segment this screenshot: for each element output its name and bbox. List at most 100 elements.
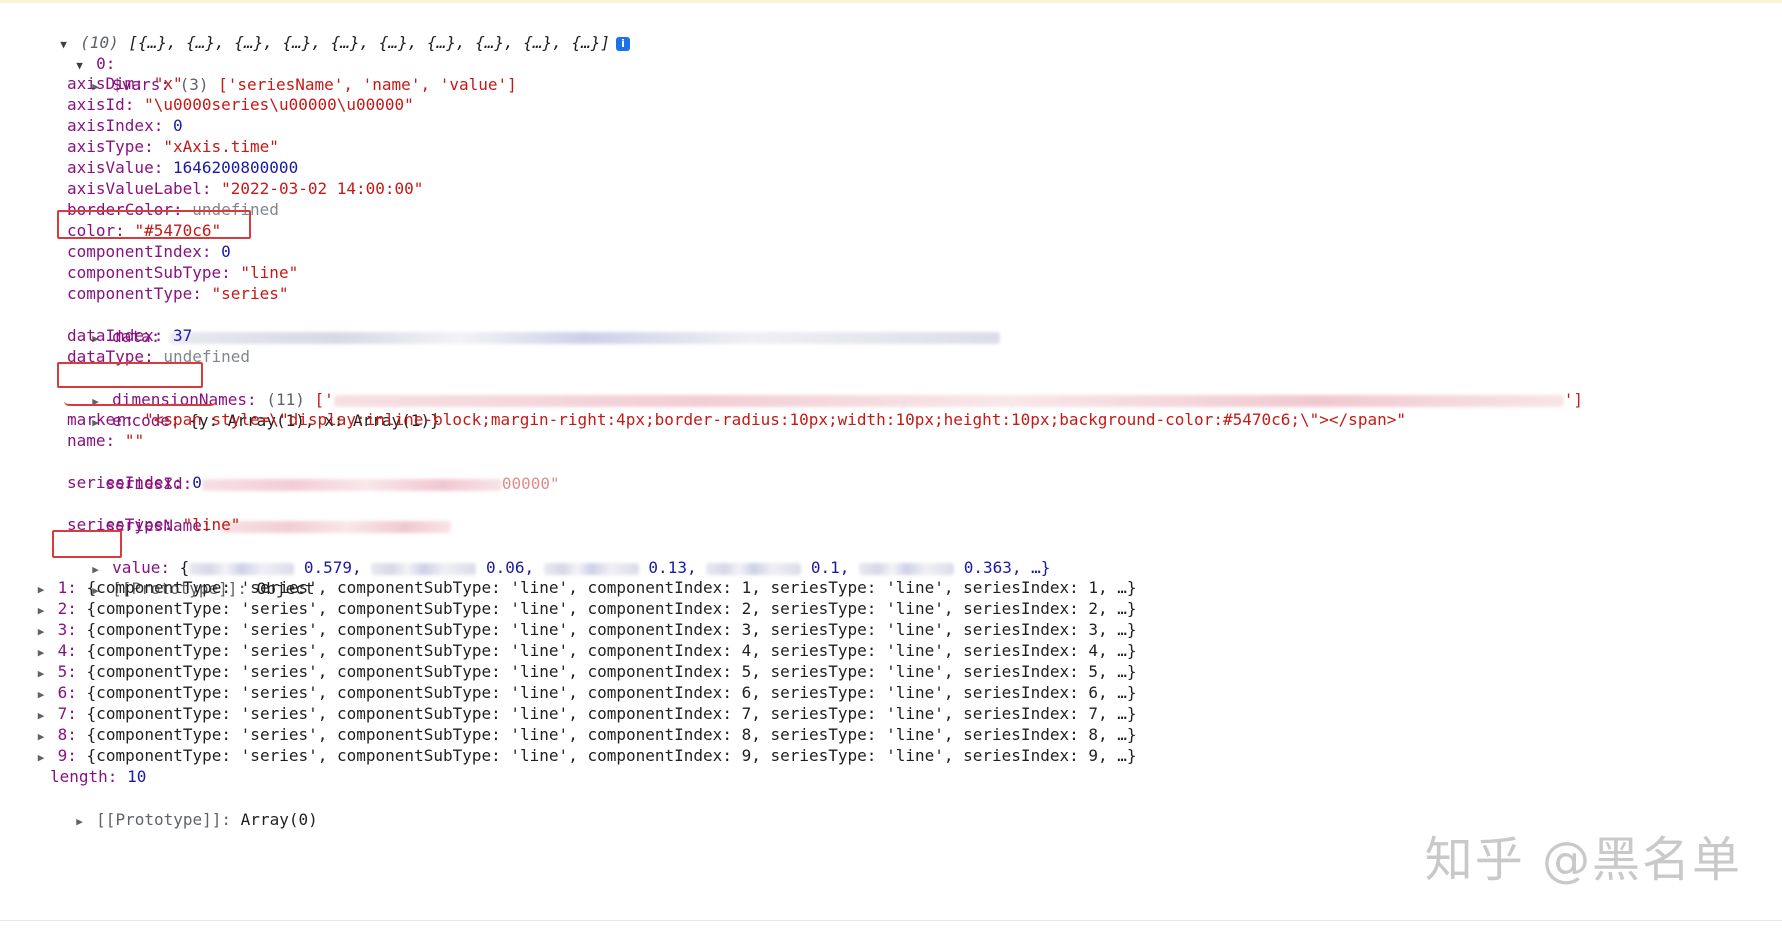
prop-axisDim: axisDim: "x" bbox=[67, 73, 183, 95]
expand-triangle-icon[interactable]: ▶ bbox=[34, 747, 48, 769]
list-item[interactable]: ▶ 4: {componentType: 'series', component… bbox=[34, 640, 1137, 662]
underline-encode bbox=[64, 401, 216, 406]
prop-value: 0 bbox=[172, 116, 183, 135]
prop-value: 0 bbox=[221, 242, 231, 261]
list-item[interactable]: ▶ 1: {componentType: 'series', component… bbox=[34, 577, 1137, 599]
list-item[interactable]: ▶ 8: {componentType: 'series', component… bbox=[34, 724, 1137, 746]
prop-key: length: bbox=[50, 767, 118, 786]
item-index: 7: bbox=[57, 704, 77, 723]
info-icon[interactable]: i bbox=[615, 36, 630, 51]
prop-key: componentSubType: bbox=[67, 263, 231, 282]
value-4: 0.1, bbox=[810, 558, 850, 577]
list-item[interactable]: ▶ 5: {componentType: 'series', component… bbox=[34, 661, 1137, 683]
prop-value: Array(0) bbox=[240, 810, 318, 829]
prop-value: "xAxis.time" bbox=[163, 137, 279, 156]
item-index: 1: bbox=[57, 578, 77, 597]
value-3: 0.13, bbox=[648, 558, 697, 577]
prop-value: 37 bbox=[172, 326, 193, 345]
prop-value: "line" bbox=[182, 515, 241, 534]
prop-marker: marker: "<span style=\"display:inline-bl… bbox=[67, 409, 1406, 431]
item-index: 9: bbox=[57, 746, 77, 765]
prop-axisId: axisId: "\u0000series\u00000\u00000" bbox=[67, 94, 414, 116]
list-item[interactable]: ▶ 3: {componentType: 'series', component… bbox=[34, 619, 1137, 641]
prop-key: componentType: bbox=[67, 284, 202, 303]
prop-key: marker: bbox=[67, 410, 135, 429]
item-preview: {componentType: 'series', componentSubTy… bbox=[86, 620, 1137, 639]
prop-value-tail: 00000" bbox=[501, 474, 560, 493]
prop-value: "2022-03-02 14:00:00" bbox=[221, 179, 424, 198]
prop-key: axisId: bbox=[67, 95, 135, 114]
item-preview: {componentType: 'series', componentSubTy… bbox=[86, 578, 1137, 597]
prop-value: "series" bbox=[211, 284, 289, 303]
prop-axisValueLabel: axisValueLabel: "2022-03-02 14:00:00" bbox=[67, 178, 423, 200]
prop-value: "x" bbox=[153, 74, 183, 93]
prop-axisValue: axisValue: 1646200800000 bbox=[67, 157, 298, 179]
list-item[interactable]: ▶ 9: {componentType: 'series', component… bbox=[34, 745, 1137, 767]
prop-data[interactable]: ▶ data: bbox=[50, 304, 1000, 346]
highlight-box-value bbox=[52, 530, 122, 558]
item-preview: {componentType: 'series', componentSubTy… bbox=[86, 704, 1137, 723]
prop-count: (3) bbox=[179, 75, 209, 94]
value-2: 0.06, bbox=[485, 558, 535, 577]
prop-value: ['seriesName', 'name', 'value'] bbox=[218, 75, 517, 94]
list-item[interactable]: ▶ 7: {componentType: 'series', component… bbox=[34, 703, 1137, 725]
redacted-key bbox=[371, 562, 477, 575]
expand-triangle-icon[interactable]: ▶ bbox=[73, 811, 87, 833]
item-preview: {componentType: 'series', componentSubTy… bbox=[86, 599, 1137, 618]
highlight-box-dimensionNames bbox=[57, 362, 203, 388]
list-item[interactable]: ▶ 6: {componentType: 'series', component… bbox=[34, 682, 1137, 704]
prop-key: axisType: bbox=[67, 137, 154, 156]
item-preview: {componentType: 'series', componentSubTy… bbox=[86, 746, 1137, 765]
item-preview: {componentType: 'series', componentSubTy… bbox=[86, 662, 1137, 681]
prop-key: dataIndex: bbox=[67, 326, 164, 345]
prop-key: axisIndex: bbox=[67, 116, 164, 135]
prop-key: axisValue: bbox=[67, 158, 164, 177]
array-prototype[interactable]: ▶ [[Prototype]]: Array(0) bbox=[34, 787, 318, 829]
prop-componentSubType: componentSubType: "line" bbox=[67, 262, 298, 284]
prop-vars[interactable]: ▶ $vars: (3) ['seriesName', 'name', 'val… bbox=[50, 52, 517, 94]
redacted-key bbox=[706, 562, 802, 575]
redacted-key bbox=[543, 562, 639, 575]
prop-length: length: 10 bbox=[50, 766, 146, 788]
prop-axisType: axisType: "xAxis.time" bbox=[67, 136, 279, 158]
prop-value[interactable]: ▶ value: { 0.579, 0.06, 0.13, 0.1, 0.363… bbox=[50, 535, 1050, 577]
prop-name: name: "" bbox=[67, 430, 144, 452]
prop-prototype[interactable]: ▶ [[Prototype]]: Object bbox=[50, 556, 314, 598]
item-index: 8: bbox=[57, 725, 77, 744]
watermark-logo: 知乎 @黑名单 bbox=[1424, 832, 1742, 888]
prop-value: 10 bbox=[127, 767, 147, 786]
list-item[interactable]: ▶ 2: {componentType: 'series', component… bbox=[34, 598, 1137, 620]
item-index: 6: bbox=[57, 683, 77, 702]
item-preview: {componentType: 'series', componentSubTy… bbox=[86, 683, 1137, 702]
redacted-value bbox=[221, 520, 452, 533]
prop-encode[interactable]: ▶ encode: {y: Array(1), x: Array(1)} bbox=[50, 388, 439, 430]
prop-key: componentIndex: bbox=[67, 242, 212, 261]
value-5: 0.363, …} bbox=[963, 558, 1051, 577]
prop-dimensionNames[interactable]: ▶ dimensionNames: (11) [' '] bbox=[50, 367, 1583, 409]
item-index: 5: bbox=[57, 662, 77, 681]
redacted-value bbox=[169, 331, 1000, 344]
prop-componentType: componentType: "series" bbox=[67, 283, 289, 305]
prop-seriesId: seriesId: 00000" bbox=[67, 451, 560, 493]
redacted-key bbox=[859, 562, 955, 575]
item-0-row[interactable]: ▼ 0: bbox=[34, 31, 115, 73]
top-border bbox=[0, 0, 1782, 3]
item-index: 3: bbox=[57, 620, 77, 639]
prop-seriesIndex: seriesIndex: 0 bbox=[67, 472, 202, 494]
item-index: 2: bbox=[57, 599, 77, 618]
prop-seriesName: seriesName: bbox=[67, 493, 452, 535]
prop-key: seriesIndex: bbox=[67, 473, 183, 492]
prop-key: axisDim: bbox=[67, 74, 145, 93]
prop-value: "line" bbox=[240, 263, 299, 282]
array-preview: [{…}, {…}, {…}, {…}, {…}, {…}, {…}, {…},… bbox=[128, 33, 610, 52]
item-index: 4: bbox=[57, 641, 77, 660]
prop-value: 1646200800000 bbox=[172, 158, 299, 177]
redacted-value bbox=[201, 478, 502, 491]
bottom-border bbox=[0, 920, 1782, 921]
item-preview: {componentType: 'series', componentSubTy… bbox=[86, 641, 1137, 660]
array-close: '] bbox=[1563, 390, 1584, 409]
prop-key: axisValueLabel: bbox=[67, 179, 212, 198]
prop-axisIndex: axisIndex: 0 bbox=[67, 115, 183, 137]
array-header-row[interactable]: ▼ (10) [{…}, {…}, {…}, {…}, {…}, {…}, {…… bbox=[18, 10, 630, 52]
prop-value: "\u0000series\u00000\u00000" bbox=[144, 95, 414, 114]
